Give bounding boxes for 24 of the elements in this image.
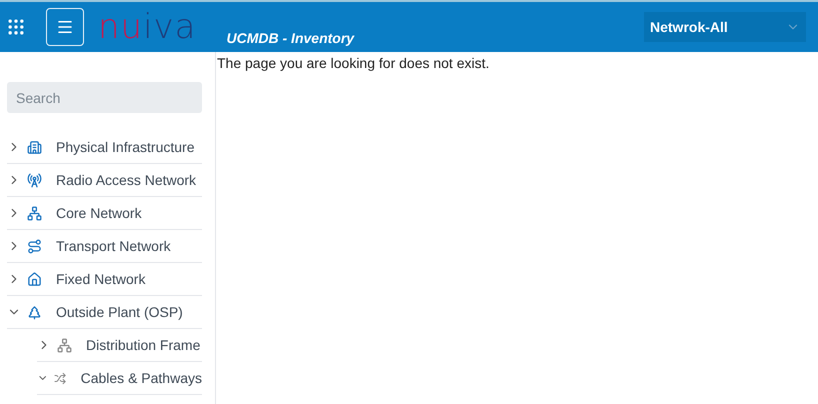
- page-title: UCMDB - Inventory: [226, 30, 354, 46]
- tree-item-label[interactable]: Transport Network: [56, 238, 171, 254]
- tree-item-label[interactable]: Physical Infrastructure: [56, 139, 194, 155]
- tree-item-label[interactable]: Core Network: [56, 205, 142, 221]
- building-icon: [27, 140, 42, 154]
- search-field[interactable]: Search: [7, 82, 202, 113]
- tree-item-label[interactable]: Fixed Network: [56, 271, 146, 287]
- tree-item-label[interactable]: Cables & Pathways: [80, 370, 202, 386]
- menu-button[interactable]: [46, 8, 84, 46]
- tree-icon: [27, 304, 42, 320]
- menu-icon: [56, 18, 74, 36]
- apps-grid-icon[interactable]: [6, 17, 26, 37]
- error-message: The page you are looking for does not exist.: [217, 55, 490, 71]
- home-icon: [27, 272, 42, 286]
- tree-item-label[interactable]: Radio Access Network: [56, 172, 196, 188]
- antenna-icon: [27, 172, 42, 188]
- logo: nu iva: [98, 10, 197, 44]
- shuffle-icon: [54, 370, 67, 386]
- network-select[interactable]: Netwrok-All: [644, 12, 806, 42]
- route-icon: [27, 238, 42, 254]
- network-icon: [57, 338, 72, 352]
- tree-item-label[interactable]: Outside Plant (OSP): [56, 304, 183, 320]
- network-icon: [27, 206, 42, 220]
- tree-item-label[interactable]: Distribution Frame: [86, 337, 200, 353]
